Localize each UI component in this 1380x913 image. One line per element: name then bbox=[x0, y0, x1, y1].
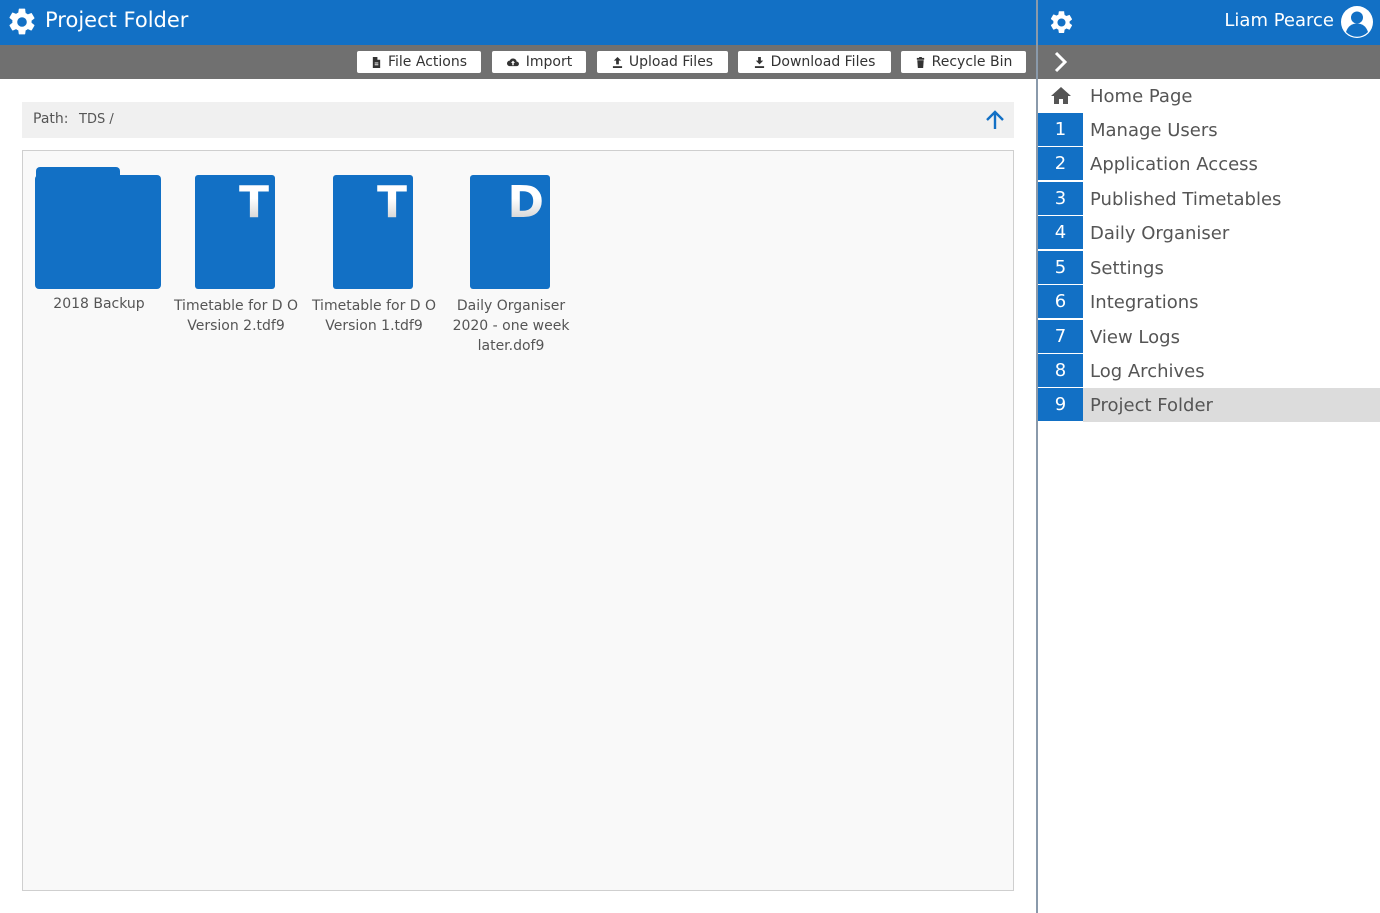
cloud-upload-icon bbox=[506, 57, 519, 66]
nav-item-label: Daily Organiser bbox=[1090, 222, 1230, 244]
nav-item-integrations[interactable]: 6 Integrations bbox=[1038, 285, 1380, 319]
file-type-letter: D bbox=[507, 177, 544, 228]
nav-item-application-access[interactable]: 2 Application Access bbox=[1038, 147, 1380, 181]
main-area: Project Folder File Actions Import Uploa… bbox=[0, 0, 1036, 913]
nav-item-number: 7 bbox=[1038, 320, 1083, 354]
gear-icon[interactable] bbox=[6, 6, 38, 38]
nav-item-number: 3 bbox=[1038, 182, 1083, 216]
nav-item-number: 6 bbox=[1038, 285, 1083, 319]
timetable-file-icon: T bbox=[195, 175, 275, 289]
nav-item-settings[interactable]: 5 Settings bbox=[1038, 251, 1380, 285]
nav-item-label: Published Timetables bbox=[1090, 188, 1282, 210]
upload-icon bbox=[612, 56, 622, 68]
import-label: Import bbox=[525, 54, 573, 70]
nav-item-number: 1 bbox=[1038, 113, 1083, 147]
file-name: 2018 Backup bbox=[53, 296, 145, 312]
nav-item-number: 2 bbox=[1038, 147, 1083, 181]
file-type-letter: T bbox=[376, 177, 407, 228]
daily-organiser-file-icon: D bbox=[470, 175, 550, 289]
nav-item-number: 8 bbox=[1038, 354, 1083, 388]
file-name: Timetable for D O Version 1.tdf9 bbox=[311, 298, 437, 334]
upload-files-button[interactable]: Upload Files bbox=[597, 51, 728, 73]
app-header: Project Folder bbox=[0, 0, 1036, 45]
nav-item-label: Manage Users bbox=[1090, 119, 1218, 141]
nav-item-home[interactable]: Home Page bbox=[1038, 79, 1380, 113]
download-files-label: Download Files bbox=[770, 54, 876, 70]
file-name: Timetable for D O Version 2.tdf9 bbox=[173, 298, 299, 334]
import-button[interactable]: Import bbox=[492, 51, 586, 73]
nav-item-label: Integrations bbox=[1090, 291, 1199, 313]
folder-icon bbox=[35, 175, 161, 289]
file-actions-label: File Actions bbox=[387, 54, 468, 70]
home-icon bbox=[1050, 87, 1071, 104]
trash-icon bbox=[916, 56, 924, 68]
nav-item-label: Application Access bbox=[1090, 153, 1258, 175]
recycle-bin-button[interactable]: Recycle Bin bbox=[901, 51, 1026, 73]
nav-item-project-folder[interactable]: 9 Project Folder bbox=[1038, 388, 1380, 422]
nav-item-view-logs[interactable]: 7 View Logs bbox=[1038, 320, 1380, 354]
nav-item-published-timetables[interactable]: 3 Published Timetables bbox=[1038, 182, 1380, 216]
user-header: Liam Pearce bbox=[1038, 0, 1380, 45]
user-name[interactable]: Liam Pearce bbox=[1224, 10, 1334, 31]
nav-item-number: 5 bbox=[1038, 251, 1083, 285]
nav-item-manage-users[interactable]: 1 Manage Users bbox=[1038, 113, 1380, 147]
path-value[interactable]: TDS / bbox=[79, 112, 114, 127]
nav-item-label: Home Page bbox=[1090, 85, 1193, 107]
nav-item-label: View Logs bbox=[1090, 326, 1180, 348]
nav-item-number: 4 bbox=[1038, 216, 1083, 250]
download-files-button[interactable]: Download Files bbox=[738, 51, 891, 73]
chevron-right-icon[interactable] bbox=[1052, 51, 1070, 73]
path-label: Path: bbox=[33, 111, 69, 127]
document-icon bbox=[372, 56, 381, 68]
nav-item-label: Settings bbox=[1090, 257, 1164, 279]
toolbar: File Actions Import Upload Files Downloa… bbox=[0, 45, 1036, 79]
nav-item-log-archives[interactable]: 8 Log Archives bbox=[1038, 354, 1380, 388]
nav-item-label: Log Archives bbox=[1090, 360, 1205, 382]
file-actions-button[interactable]: File Actions bbox=[357, 51, 481, 73]
navigation-panel: Liam Pearce Home Page 1 Manage Users 2 A… bbox=[1036, 0, 1380, 913]
nav-item-daily-organiser[interactable]: 4 Daily Organiser bbox=[1038, 216, 1380, 250]
file-browser: 2018 Backup T Timetable for D O Version … bbox=[22, 150, 1014, 891]
file-type-letter: T bbox=[238, 177, 269, 228]
recycle-bin-label: Recycle Bin bbox=[931, 54, 1013, 70]
file-name: Daily Organiser 2020 - one week later.do… bbox=[452, 298, 570, 354]
arrow-up-icon[interactable] bbox=[984, 109, 1006, 131]
download-icon bbox=[754, 56, 764, 68]
breadcrumb: Path: TDS / bbox=[22, 102, 1014, 138]
upload-files-label: Upload Files bbox=[628, 54, 714, 70]
timetable-file-icon: T bbox=[333, 175, 413, 289]
nav-item-label: Project Folder bbox=[1090, 394, 1213, 416]
home-icon-box bbox=[1038, 79, 1083, 113]
user-avatar-icon[interactable] bbox=[1340, 5, 1374, 39]
page-title: Project Folder bbox=[45, 8, 189, 32]
nav-item-number: 9 bbox=[1038, 388, 1083, 422]
panel-toolbar bbox=[1038, 45, 1380, 79]
settings-gear-icon[interactable] bbox=[1048, 9, 1075, 36]
